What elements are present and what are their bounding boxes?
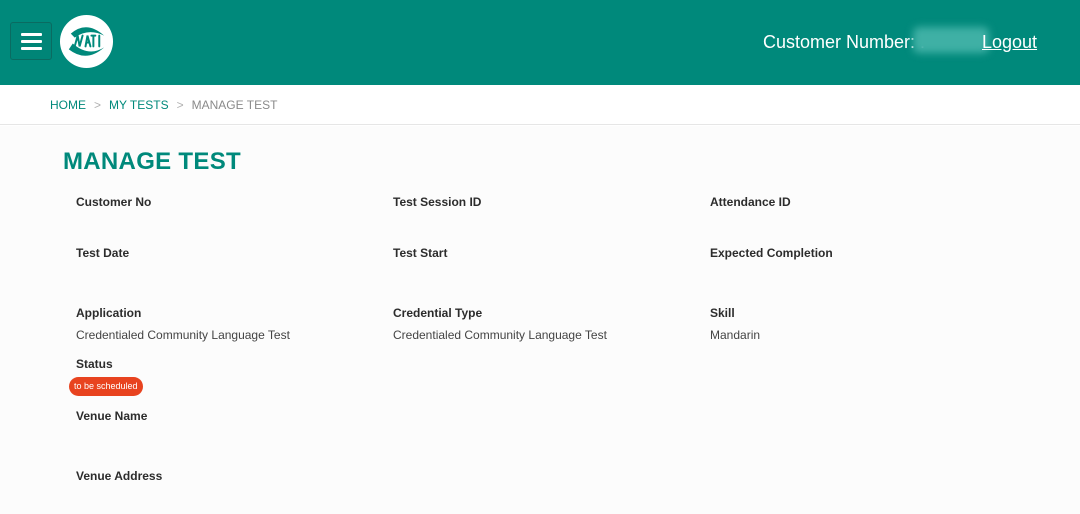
skill-field: Skill Mandarin <box>710 305 1010 343</box>
test-date-label: Test Date <box>76 246 130 260</box>
status-field: Status <box>76 356 376 372</box>
test-date-field: Test Date <box>76 245 376 267</box>
menu-bar-line <box>21 47 42 50</box>
application-label: Application <box>76 306 142 320</box>
venue-address-field: Venue Address <box>76 468 376 490</box>
test-session-id-field: Test Session ID <box>393 194 693 216</box>
page-title: MANAGE TEST <box>63 148 241 175</box>
breadcrumb-my-tests-link[interactable]: MY TESTS <box>109 98 169 112</box>
test-start-label: Test Start <box>393 246 448 260</box>
expected-completion-field: Expected Completion <box>710 245 1010 267</box>
credential-type-label: Credential Type <box>393 306 483 320</box>
attendance-id-field: Attendance ID <box>710 194 1010 216</box>
venue-name-field: Venue Name <box>76 408 376 430</box>
breadcrumb-separator: > <box>176 98 184 112</box>
menu-bar-line <box>21 33 42 36</box>
expected-completion-label: Expected Completion <box>710 246 833 260</box>
naati-logo-icon[interactable] <box>59 14 114 69</box>
breadcrumb-bar: HOME > MY TESTS > MANAGE TEST <box>0 85 1080 125</box>
application-value: Credentialed Community Language Test <box>76 328 290 342</box>
customer-no-field: Customer No <box>76 194 376 216</box>
skill-value: Mandarin <box>710 328 761 342</box>
venue-name-label: Venue Name <box>76 409 148 423</box>
top-bar: Customer Number: . Logout <box>0 0 1080 85</box>
test-start-field: Test Start <box>393 245 693 267</box>
attendance-id-label: Attendance ID <box>710 195 791 209</box>
breadcrumb: HOME > MY TESTS > MANAGE TEST <box>50 97 277 113</box>
status-label: Status <box>76 357 113 371</box>
menu-bar-line <box>21 40 42 43</box>
application-field: Application Credentialed Community Langu… <box>76 305 376 343</box>
venue-address-label: Venue Address <box>76 469 163 483</box>
breadcrumb-current: MANAGE TEST <box>191 98 278 112</box>
credential-type-value: Credentialed Community Language Test <box>393 328 607 342</box>
test-session-id-label: Test Session ID <box>393 195 482 209</box>
customer-no-label: Customer No <box>76 195 152 209</box>
skill-label: Skill <box>710 306 735 320</box>
status-badge: to be scheduled <box>69 377 143 396</box>
hamburger-menu-button[interactable] <box>10 22 52 60</box>
customer-number-label: Customer Number: . <box>763 32 926 52</box>
credential-type-field: Credential Type Credentialed Community L… <box>393 305 693 343</box>
logout-link[interactable]: Logout <box>982 31 1037 53</box>
breadcrumb-separator: > <box>94 98 102 112</box>
redacted-customer-number <box>913 27 989 53</box>
breadcrumb-home-link[interactable]: HOME <box>50 98 86 112</box>
